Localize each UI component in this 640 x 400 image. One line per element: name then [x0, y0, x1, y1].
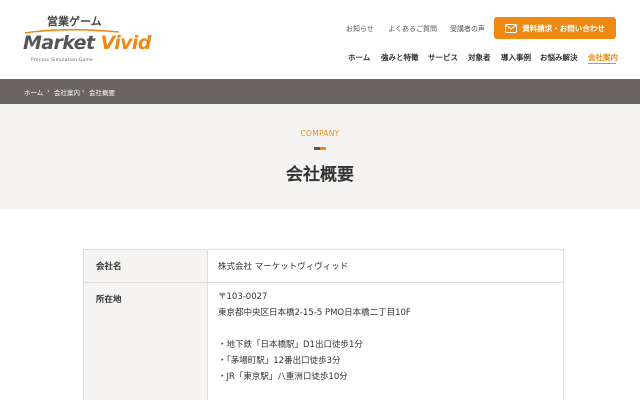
logo-sub-text: Process Simulation Game — [31, 58, 93, 63]
breadcrumb-current: 会社概要 — [89, 89, 115, 97]
contact-button[interactable]: 資料請求・お問い合わせ — [494, 17, 616, 39]
site-header: 営業ゲーム Market Vivid Process Simulation Ga… — [0, 0, 640, 79]
access-nihonbashi: ・地下鉄「日本橋駅」D1出口徒歩1分 — [218, 340, 363, 350]
nav-company[interactable]: 会社案内 — [588, 52, 618, 63]
util-link-news[interactable]: お知らせ — [346, 24, 374, 34]
row-value-address: 〒103-0027 東京都中央区日本橋2-15-5 PMO日本橋二丁目10F ・… — [208, 283, 563, 400]
contact-button-label: 資料請求・お問い合わせ — [522, 23, 605, 33]
logo-top-text: 営業ゲーム — [47, 15, 102, 28]
mail-icon — [505, 23, 518, 33]
nav-target[interactable]: 対象者 — [468, 52, 491, 63]
access-kayabacho: ・「茅場町駅」12番出口徒歩3分 — [218, 356, 341, 366]
page-title: 会社概要 — [286, 165, 354, 185]
table-row: 所在地 〒103-0027 東京都中央区日本橋2-15-5 PMO日本橋二丁目1… — [84, 283, 563, 400]
table-row: 会社名 株式会社 マーケットヴィヴィッド — [84, 250, 563, 283]
row-value-company-name: 株式会社 マーケットヴィヴィッド — [218, 262, 349, 272]
breadcrumb-separator: › — [47, 86, 50, 95]
breadcrumb: ホーム › 会社案内 › 会社概要 — [0, 79, 640, 104]
page-hero: COMPANY 会社概要 — [0, 104, 640, 209]
nav-solutions[interactable]: お悩み解決 — [540, 52, 578, 63]
hero-eyebrow: COMPANY — [300, 129, 340, 138]
util-link-faq[interactable]: よくあるご質問 — [388, 24, 437, 34]
breadcrumb-separator: › — [82, 86, 85, 95]
nav-strengths[interactable]: 強みと特徴 — [381, 52, 419, 63]
access-tokyo: ・JR「東京駅」八重洲口徒歩10分 — [218, 372, 348, 382]
nav-cases[interactable]: 導入事例 — [501, 52, 531, 63]
row-label-company-name: 会社名 — [84, 250, 208, 282]
company-info-table: 会社名 株式会社 マーケットヴィヴィッド 所在地 〒103-0027 東京都中央… — [83, 249, 564, 400]
site-logo[interactable]: 営業ゲーム Market Vivid Process Simulation Ga… — [23, 12, 151, 68]
logo-main-text: Market Vivid — [23, 32, 151, 54]
nav-active-underline — [588, 63, 616, 64]
nav-home[interactable]: ホーム — [348, 52, 370, 63]
address-spacer — [218, 321, 563, 337]
address-postal-code: 〒103-0027 — [218, 292, 268, 302]
breadcrumb-company[interactable]: 会社案内 — [54, 87, 80, 97]
logo-market: Market — [23, 32, 95, 54]
nav-service[interactable]: サービス — [428, 52, 458, 63]
row-label-address: 所在地 — [84, 283, 208, 400]
logo-vivid: Vivid — [100, 32, 151, 54]
breadcrumb-home[interactable]: ホーム — [24, 87, 43, 97]
hero-divider — [314, 147, 326, 150]
util-link-voices[interactable]: 受講者の声 — [450, 24, 485, 34]
address-street: 東京都中央区日本橋2-15-5 PMO日本橋二丁目10F — [218, 308, 411, 318]
